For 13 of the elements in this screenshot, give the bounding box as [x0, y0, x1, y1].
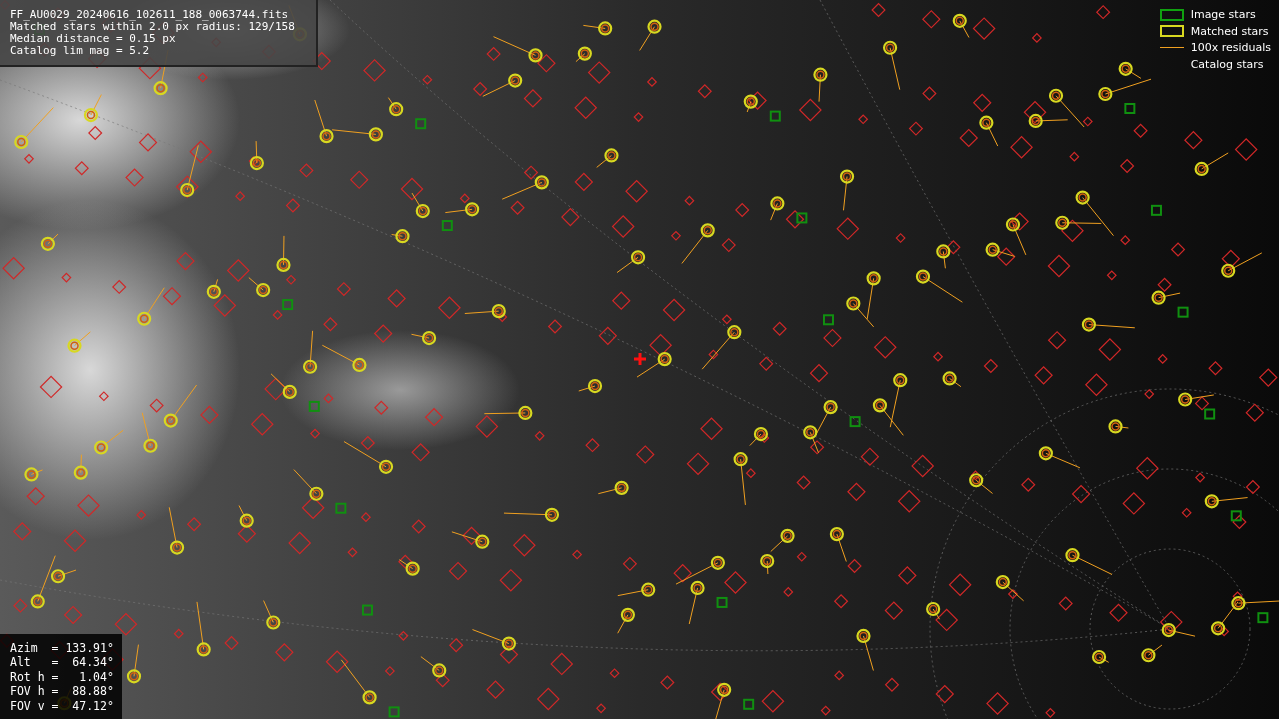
legend-label: Catalog stars — [1190, 57, 1264, 71]
pointing-text: FOV h = 88.88° — [10, 684, 112, 699]
legend-label: Matched stars — [1190, 24, 1269, 38]
info-text: Matched stars within 2.0 px radius: 129/158 — [10, 21, 296, 33]
pointing-text: Alt = 64.34° — [10, 655, 112, 670]
pointing-text: FOV v = 47.12° — [10, 698, 112, 713]
legend-label: 100x residuals — [1190, 41, 1271, 55]
pointing-text: Rot h = 1.04° — [10, 669, 112, 684]
pointing-text: Azim = 133.91° — [10, 640, 112, 655]
info-text: FF_AU0029_20240616_102611_188_0063744.fits — [10, 9, 290, 21]
info-text: Catalog lim mag = 5.2 — [10, 45, 151, 57]
legend-label: Image stars — [1190, 8, 1256, 22]
info-text: Median distance = 0.15 px — [10, 33, 177, 45]
